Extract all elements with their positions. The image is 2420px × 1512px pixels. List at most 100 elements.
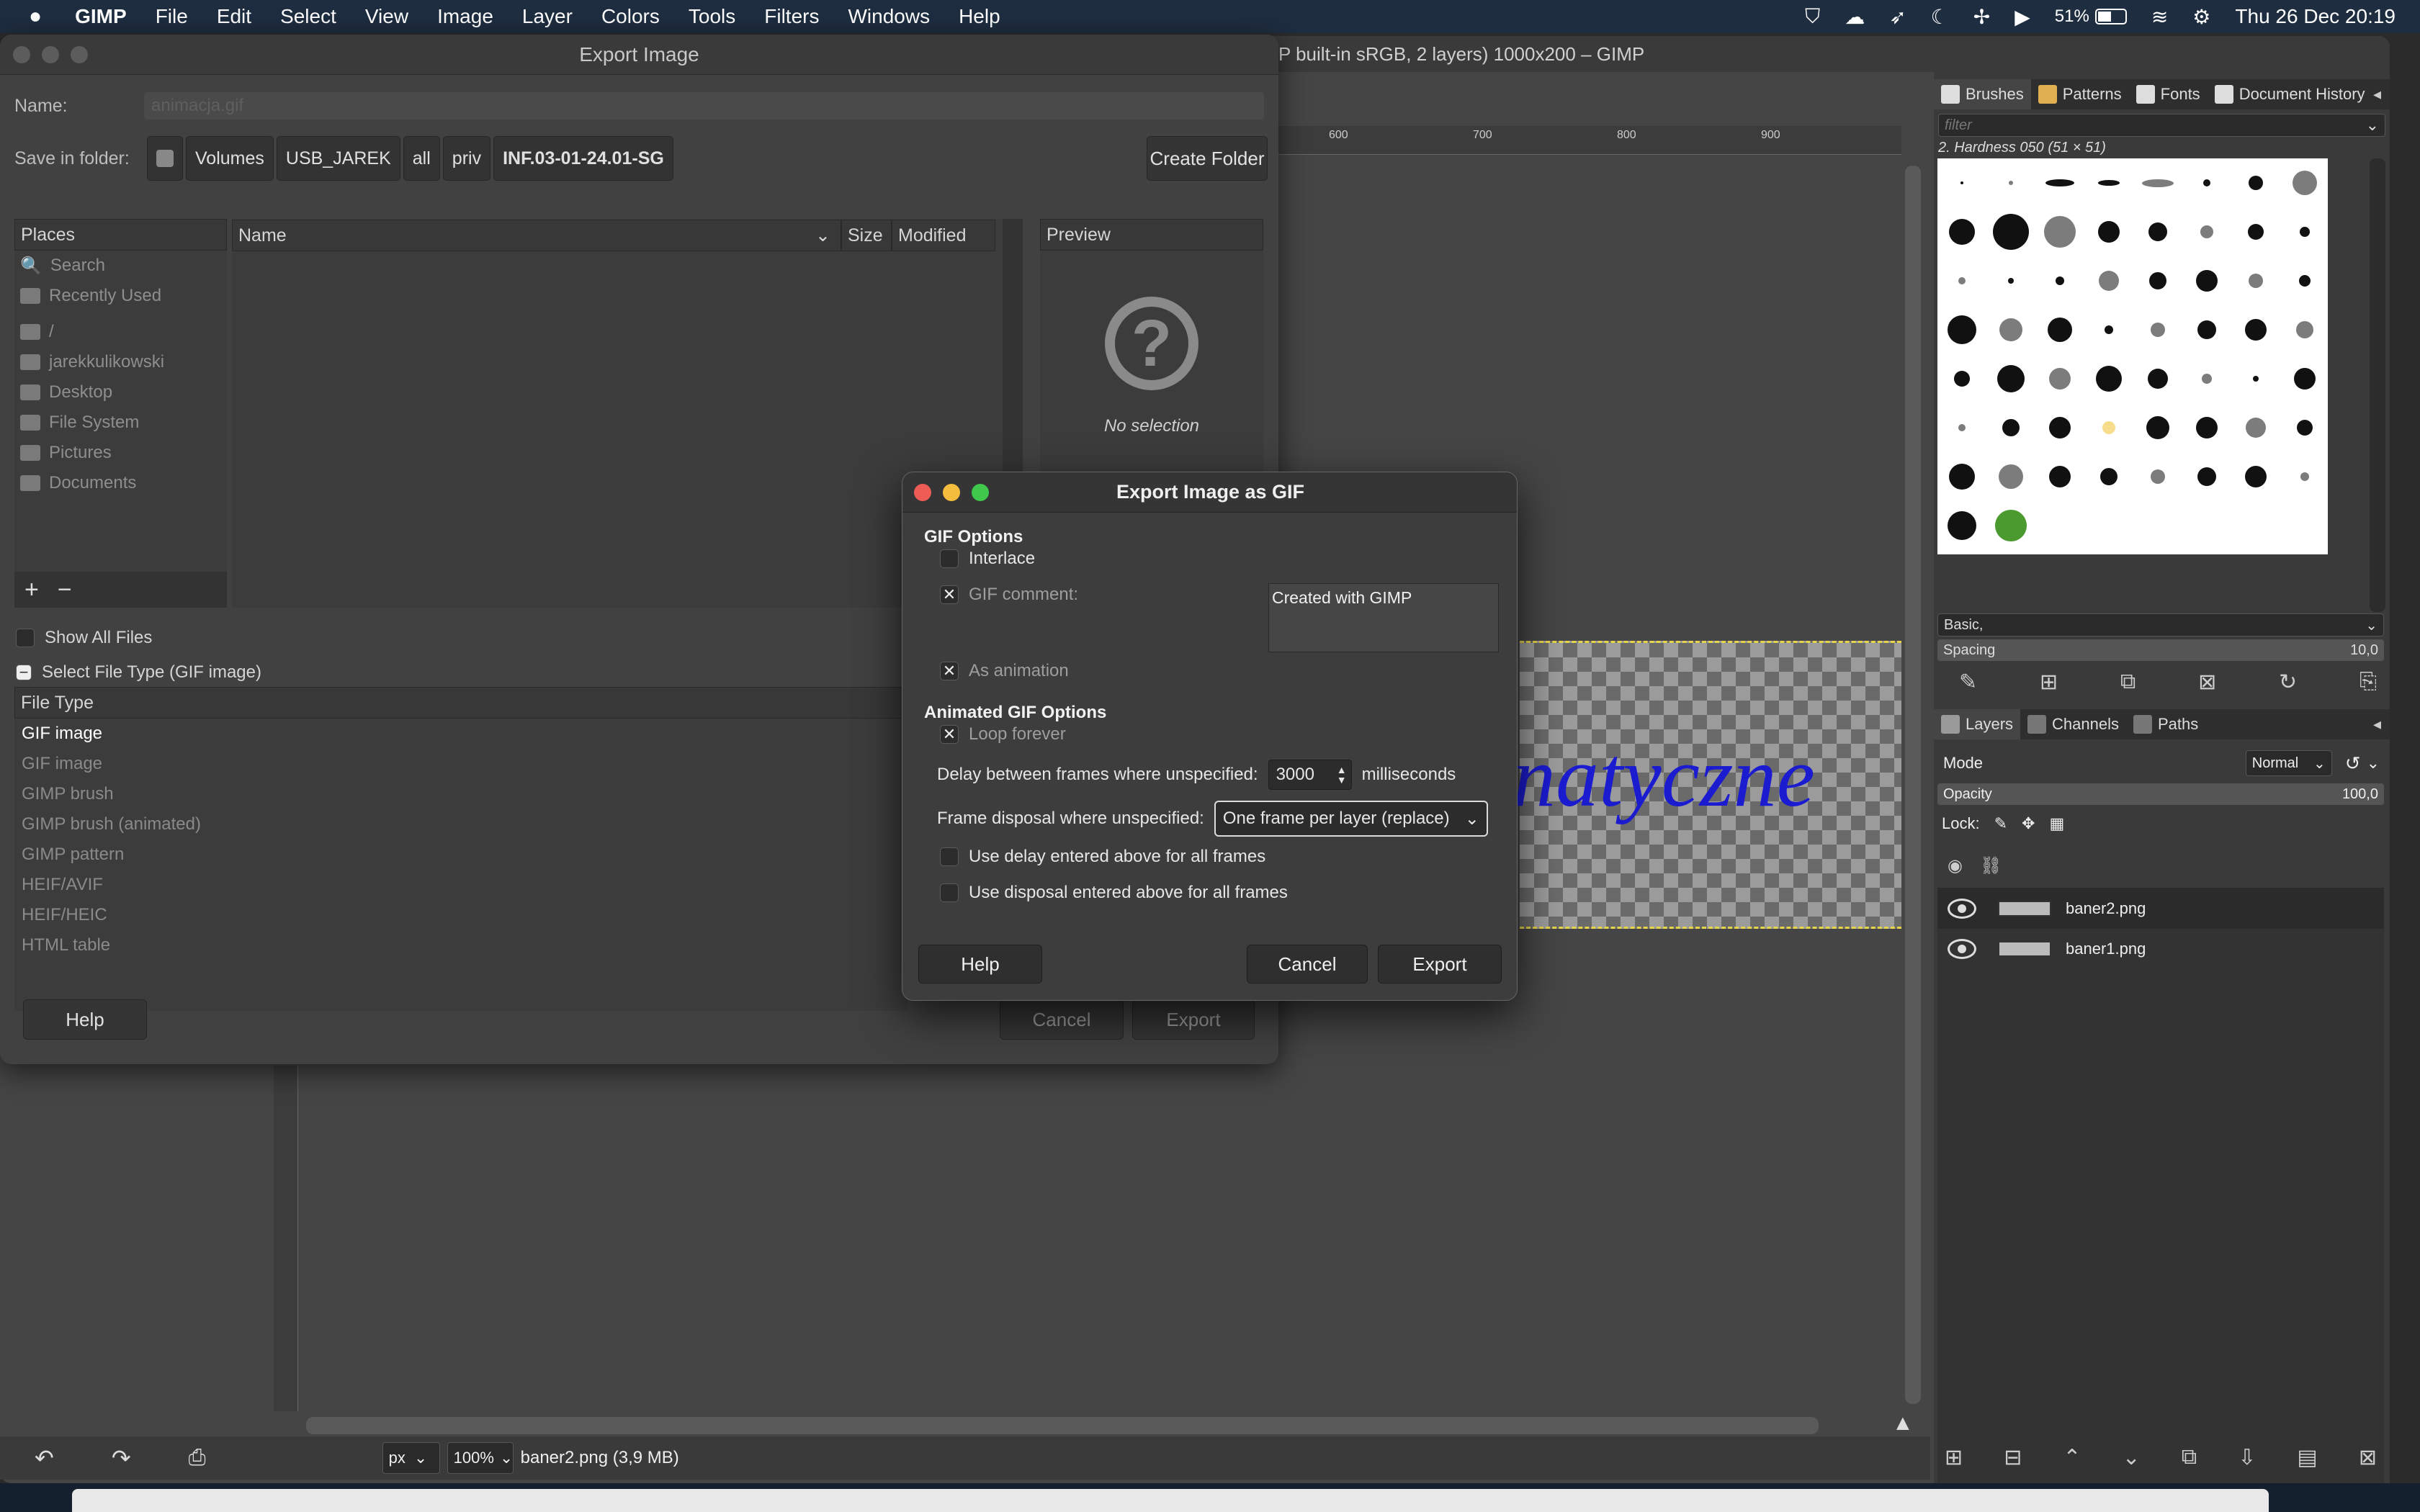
file-type-item[interactable]: HTML table (14, 930, 908, 960)
brush-thumbnail[interactable] (1986, 501, 2035, 550)
brush-thumbnail[interactable] (2035, 354, 2084, 403)
brush-filter-input[interactable]: filter ⌄ (1938, 114, 2385, 137)
unit-select[interactable]: px ⌄ (382, 1442, 440, 1474)
brush-thumbnail[interactable] (2133, 305, 2182, 354)
export-help-button[interactable]: Help (23, 999, 147, 1040)
select-file-type-expander[interactable]: − Select File Type (GIF image) (16, 662, 261, 683)
brush-thumbnail[interactable] (2035, 207, 2084, 256)
brush-thumbnail[interactable] (2182, 207, 2231, 256)
loop-forever-checkbox[interactable]: ✕ (940, 725, 959, 744)
brush-thumbnail[interactable] (2035, 403, 2084, 452)
menu-select[interactable]: Select (280, 5, 336, 28)
menu-view[interactable]: View (365, 5, 408, 28)
gif-help-button[interactable]: Help (918, 945, 1042, 984)
raise-layer-icon[interactable]: ⌃ (2063, 1445, 2081, 1470)
open-as-image-icon[interactable]: ⎘ (2360, 670, 2377, 694)
play-icon[interactable]: ▶ (2015, 5, 2030, 29)
brush-thumbnail[interactable] (1937, 305, 1986, 354)
stepper-arrows-icon[interactable]: ▲ ▼ (1337, 765, 1347, 785)
brush-thumbnail[interactable] (2280, 452, 2329, 501)
path-segment-current[interactable]: INF.03-01-24.01-SG (493, 136, 673, 181)
path-segment[interactable]: all (403, 136, 440, 181)
layer-row[interactable]: baner1.png (1937, 929, 2384, 969)
delete-layer-icon[interactable]: ⊠ (2359, 1445, 2377, 1470)
use-disposal-checkbox[interactable] (940, 883, 959, 902)
shield-icon[interactable]: ⛉ (1805, 5, 1820, 29)
zoom-icon[interactable] (972, 483, 989, 501)
duplicate-brush-icon[interactable]: ⧉ (2120, 670, 2136, 694)
brush-thumbnail[interactable] (1986, 305, 2035, 354)
show-all-files-option[interactable]: Show All Files (16, 628, 152, 648)
brush-thumbnail[interactable] (2133, 158, 2182, 207)
gif-export-button[interactable]: Export (1378, 945, 1502, 984)
delay-spinbox[interactable]: 3000 ▲ ▼ (1268, 760, 1352, 790)
print-icon[interactable]: ⎙ (189, 1446, 206, 1470)
new-layer-icon[interactable]: ⊞ (1945, 1445, 1963, 1470)
brush-thumbnail[interactable] (2280, 158, 2329, 207)
file-type-item-selected[interactable]: GIF image (14, 719, 908, 749)
lock-position-icon[interactable]: ✥ (2022, 814, 2035, 833)
eye-icon[interactable] (1948, 939, 1976, 959)
brush-thumbnail[interactable] (2133, 452, 2182, 501)
brush-grid[interactable] (1937, 158, 2328, 554)
create-folder-button[interactable]: Create Folder (1147, 136, 1268, 181)
brush-thumbnail[interactable] (1986, 452, 2035, 501)
close-icon[interactable] (13, 45, 30, 63)
rocket-icon[interactable]: ➶ (1889, 5, 1906, 29)
brush-thumbnail[interactable] (2133, 207, 2182, 256)
path-segment[interactable]: USB_JAREK (276, 136, 400, 181)
redo-icon[interactable]: ↷ (112, 1444, 131, 1472)
gif-comment-checkbox[interactable]: ✕ (940, 585, 959, 604)
brush-thumbnail[interactable] (1937, 403, 1986, 452)
brush-thumbnail[interactable] (2035, 452, 2084, 501)
navigate-icon[interactable]: ▲ (1892, 1411, 1914, 1436)
interlace-checkbox[interactable] (940, 549, 959, 568)
brush-thumbnail[interactable] (1986, 403, 2035, 452)
export-button[interactable]: Export (1132, 999, 1255, 1040)
brush-thumbnail[interactable] (2084, 207, 2133, 256)
brush-thumbnail[interactable] (1986, 158, 2035, 207)
brush-thumbnail[interactable] (2133, 256, 2182, 305)
place-root[interactable]: / (14, 317, 227, 347)
new-brush-icon[interactable]: ⊞ (2040, 670, 2058, 695)
zoom-select[interactable]: 100% ⌄ (447, 1442, 514, 1474)
moon-icon[interactable]: ☾ (1931, 5, 1949, 29)
menu-help[interactable]: Help (959, 5, 1000, 28)
fan-icon[interactable]: ✢ (1973, 5, 1990, 29)
delete-brush-icon[interactable]: ⊠ (2198, 670, 2216, 695)
brush-thumbnail[interactable] (2280, 256, 2329, 305)
edit-brush-icon[interactable]: ✎ (1959, 670, 1977, 695)
tab-menu-icon[interactable]: ◂ (2373, 715, 2381, 734)
brush-thumbnail[interactable] (2231, 403, 2280, 452)
brush-thumbnail[interactable] (2280, 403, 2329, 452)
eye-icon[interactable] (1948, 899, 1976, 919)
refresh-icon[interactable]: ↻ (2279, 670, 2297, 695)
interlace-option[interactable]: Interlace (940, 549, 1035, 569)
place-documents[interactable]: Documents (14, 468, 227, 498)
close-icon[interactable] (914, 483, 931, 501)
brush-thumbnail[interactable] (2231, 256, 2280, 305)
brush-scrollbar[interactable] (2370, 158, 2385, 612)
brush-thumbnail[interactable] (2182, 158, 2231, 207)
place-file-system[interactable]: File System (14, 408, 227, 438)
use-disposal-option[interactable]: Use disposal entered above for all frame… (940, 883, 1288, 903)
new-group-icon[interactable]: ⊟ (2004, 1445, 2022, 1470)
brush-thumbnail[interactable] (1937, 452, 1986, 501)
use-delay-option[interactable]: Use delay entered above for all frames (940, 847, 1265, 867)
column-modified[interactable]: Modified (892, 220, 995, 251)
path-segment[interactable]: Volumes (186, 136, 274, 181)
brush-thumbnail[interactable] (2035, 305, 2084, 354)
brush-thumbnail[interactable] (2182, 452, 2231, 501)
tab-menu-icon[interactable]: ◂ (2373, 85, 2381, 104)
export-cancel-button[interactable]: Cancel (1000, 999, 1124, 1040)
duplicate-layer-icon[interactable]: ⧉ (2182, 1445, 2197, 1470)
place-desktop[interactable]: Desktop (14, 377, 227, 408)
menu-colors[interactable]: Colors (601, 5, 660, 28)
vertical-scrollbar[interactable] (1905, 166, 1921, 1404)
add-place-icon[interactable]: + (24, 576, 39, 604)
layer-row[interactable]: baner2.png (1937, 888, 2384, 929)
brush-thumbnail[interactable] (1986, 207, 2035, 256)
tab-patterns[interactable]: Patterns (2031, 79, 2129, 109)
column-name[interactable]: Name ⌄ (232, 220, 841, 251)
brush-thumbnail[interactable] (2231, 158, 2280, 207)
